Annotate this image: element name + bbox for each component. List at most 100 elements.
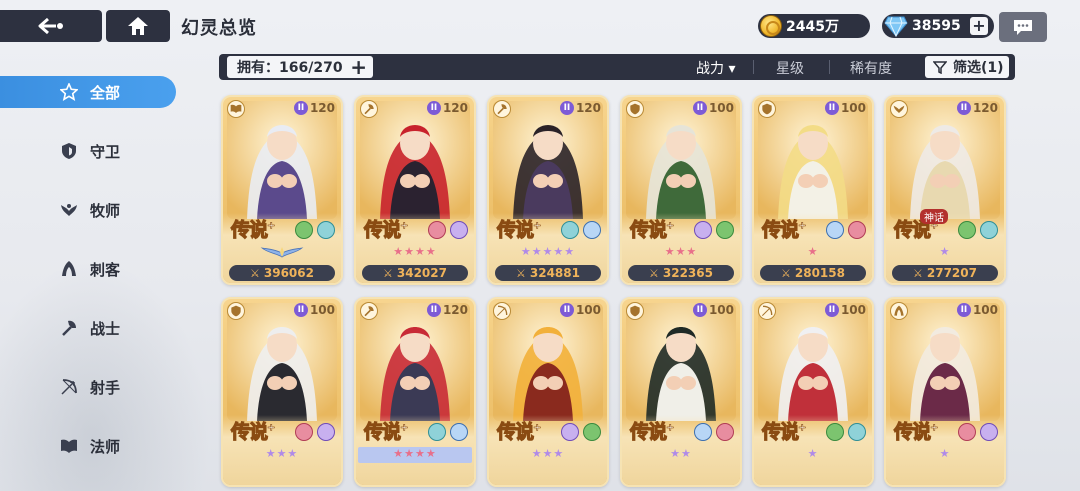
sidebar-item-all[interactable]: 全部 (0, 76, 176, 108)
star-rating: ★★★★ (393, 447, 437, 460)
star-rating: ★★★★ (393, 245, 437, 258)
star-rating: ★ (807, 245, 819, 258)
home-icon (128, 17, 148, 35)
owned-count-box[interactable]: 拥有：166/270 + (227, 56, 373, 78)
axe-icon (360, 302, 378, 320)
book-icon (61, 439, 77, 453)
gem-currency: 38595 + (882, 14, 994, 38)
crossed-swords-icon: ⚔ (781, 266, 791, 280)
bow-icon (61, 379, 77, 395)
sort-tab-power[interactable]: 战力 ▾ (696, 58, 735, 78)
sidebar-item-guardian[interactable]: 守卫 (0, 135, 176, 167)
character-card[interactable]: II 100 传说+ ★ (884, 297, 1006, 487)
diamond-icon (884, 16, 908, 37)
axe-icon (360, 100, 378, 118)
star-rating: ★★★ (531, 447, 565, 460)
character-card[interactable]: II 120 传说+ ★★★★ (354, 297, 476, 487)
rarity-text: 传说 (230, 420, 268, 443)
star-rating (223, 245, 341, 262)
element-icon (583, 221, 601, 239)
shield-icon (626, 100, 644, 118)
star-rating: ★★★★★ (520, 245, 576, 258)
rarity-label: 传说+ (496, 420, 541, 443)
add-gems-button[interactable]: + (970, 17, 988, 35)
sidebar-item-label: 守卫 (90, 142, 121, 161)
chat-button[interactable] (999, 12, 1047, 42)
power-value: 396062 (263, 266, 314, 280)
shield-icon (62, 143, 76, 159)
home-button[interactable] (106, 10, 170, 42)
sidebar-item-label: 战士 (90, 319, 121, 338)
element-icon (295, 423, 313, 441)
tier-badge-icon: II (956, 101, 971, 115)
character-card[interactable]: II 120 传说+ 神话 ★ ⚔ 277207 (884, 95, 1006, 285)
power-badge: ⚔ 324881 (495, 265, 601, 281)
rarity-label: 传说+ (893, 420, 938, 443)
star-rating: ★ (939, 245, 951, 258)
crossed-swords-icon: ⚔ (913, 266, 923, 280)
star-rating: ★★ (670, 447, 692, 460)
expand-capacity-button[interactable]: + (350, 57, 367, 77)
level-tag: II 100 (824, 303, 866, 317)
element-icon (848, 423, 866, 441)
sort-tab-rarity[interactable]: 稀有度 (850, 58, 892, 78)
sidebar-item-priest[interactable]: 牧师 (0, 194, 176, 226)
rarity-label: 传说+ (363, 420, 408, 443)
level-tag: II 100 (559, 303, 601, 317)
character-card[interactable]: II 120 传说+ ★★★★★ ⚔ 324881 (487, 95, 609, 285)
character-card[interactable]: II 120 传说+ ⚔ 396062 (221, 95, 343, 285)
character-portrait (227, 303, 337, 421)
character-card[interactable]: II 120 传说+ ★★★★ ⚔ 342027 (354, 95, 476, 285)
star-rating: ★ (807, 447, 819, 460)
shield-icon (626, 302, 644, 320)
star-rating: ★★★ (265, 447, 299, 460)
rarity-text: 传说 (629, 420, 667, 443)
sidebar-item-mage[interactable]: 法师 (0, 430, 176, 462)
tier-badge-icon: II (559, 101, 574, 115)
rarity-text: 传说 (761, 420, 799, 443)
character-card[interactable]: II 100 传说+ ★★ (620, 297, 742, 487)
rarity-text: 传说 (496, 420, 534, 443)
level-value: 120 (972, 101, 998, 115)
crossed-swords-icon: ⚔ (649, 266, 659, 280)
back-button[interactable] (0, 10, 102, 42)
character-card[interactable]: II 100 传说+ ★ ⚔ 280158 (752, 95, 874, 285)
sidebar-item-archer[interactable]: 射手 (0, 371, 176, 403)
sidebar-item-label: 全部 (90, 83, 121, 102)
sidebar-item-assassin[interactable]: 刺客 (0, 253, 176, 285)
level-tag: II 100 (692, 303, 734, 317)
assassin-icon (890, 302, 908, 320)
sidebar-item-warrior[interactable]: 战士 (0, 312, 176, 344)
rarity-text: 传说 (496, 218, 534, 241)
element-icon (980, 221, 998, 239)
gold-coin-icon (760, 15, 782, 37)
element-icon (958, 423, 976, 441)
element-icon (958, 221, 976, 239)
sidebar-item-label: 牧师 (90, 201, 121, 220)
sort-tab-star[interactable]: 星级 (776, 58, 804, 78)
level-tag: II 100 (293, 303, 335, 317)
level-tag: II 100 (956, 303, 998, 317)
element-icon (716, 423, 734, 441)
rarity-label: 传说+ (496, 218, 541, 241)
power-badge: ⚔ 342027 (362, 265, 468, 281)
sidebar-item-label: 刺客 (90, 260, 121, 279)
character-card[interactable]: II 100 传说+ ★★★ ⚔ 322365 (620, 95, 742, 285)
filter-button[interactable]: 筛选(1) (925, 56, 1009, 78)
level-tag: II 100 (824, 101, 866, 115)
character-portrait (360, 101, 470, 219)
power-value: 342027 (396, 266, 447, 280)
power-badge: ⚔ 396062 (229, 265, 335, 281)
rarity-label: 传说+ (230, 218, 275, 241)
rarity-label: 传说+ (230, 420, 275, 443)
level-value: 120 (575, 101, 601, 115)
character-card[interactable]: II 100 传说+ ★★★ (221, 297, 343, 487)
character-portrait (626, 101, 736, 219)
element-icon (317, 423, 335, 441)
level-value: 120 (442, 303, 468, 317)
chat-bubble-icon (1014, 20, 1032, 35)
character-card[interactable]: II 100 传说+ ★★★ (487, 297, 609, 487)
character-card[interactable]: II 100 传说+ ★ (752, 297, 874, 487)
shield-icon (758, 100, 776, 118)
element-icon (694, 221, 712, 239)
